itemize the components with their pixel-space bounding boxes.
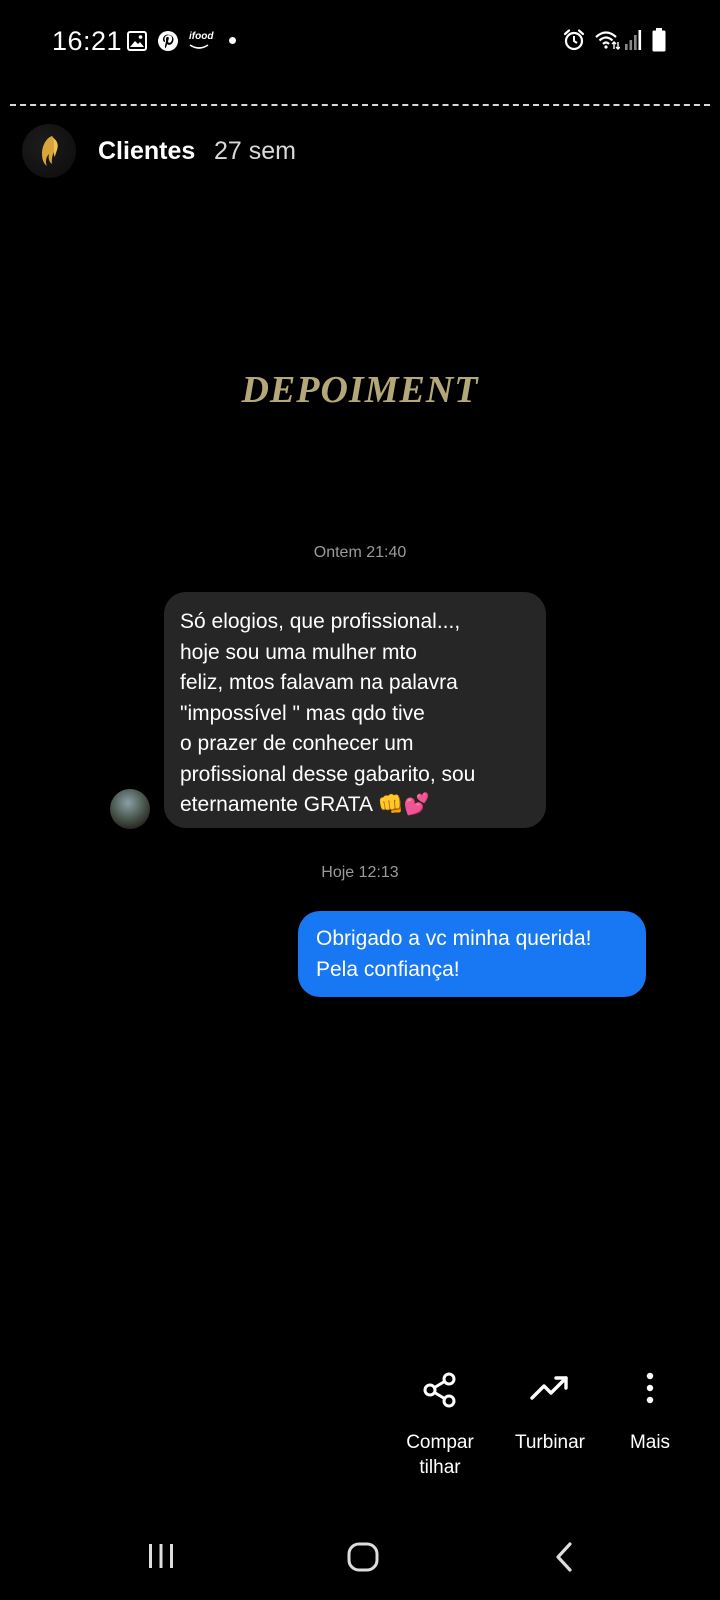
wifi-icon — [595, 31, 620, 50]
ifood-smile-icon — [189, 44, 209, 49]
sender-avatar — [110, 789, 150, 829]
battery-icon — [652, 28, 666, 52]
story-progress-bar — [10, 104, 710, 106]
gallery-icon — [127, 31, 147, 51]
story-title: DEPOIMENT — [241, 369, 479, 411]
boost-label: Turbinar — [514, 1432, 586, 1453]
story-username[interactable]: Clientes — [98, 137, 195, 166]
share-label: Compar tilhar — [406, 1432, 474, 1478]
more-vertical-icon — [646, 1372, 654, 1404]
story-age: 27 sem — [214, 137, 296, 165]
share-icon — [423, 1372, 456, 1408]
profile-avatar[interactable] — [22, 124, 76, 178]
back-icon[interactable] — [552, 1540, 578, 1574]
signal-icon — [625, 30, 642, 50]
status-time: 16:21 — [52, 26, 123, 56]
recents-icon[interactable] — [145, 1540, 177, 1572]
status-bar: 16:21 ifood — [0, 0, 720, 80]
more-label: Mais — [629, 1432, 671, 1453]
received-message-bubble: Só elogios, que profissional..., hoje so… — [164, 592, 546, 828]
pinterest-icon — [158, 31, 178, 51]
notification-dot — [229, 37, 236, 44]
ifood-icon: ifood — [189, 31, 214, 42]
alarm-icon — [563, 29, 585, 51]
woman-silhouette-logo-icon — [42, 136, 58, 166]
trending-up-icon — [530, 1376, 568, 1400]
home-icon[interactable] — [346, 1540, 382, 1576]
boost-button[interactable]: Turbinar — [500, 1370, 600, 1455]
share-button[interactable]: Compar tilhar — [390, 1370, 490, 1480]
sent-message-bubble: Obrigado a vc minha querida! Pela confia… — [298, 911, 646, 997]
chat-timestamp: Ontem 21:40 — [313, 544, 407, 561]
more-button[interactable]: Mais — [610, 1370, 690, 1455]
chat-timestamp: Hoje 12:13 — [321, 864, 399, 881]
